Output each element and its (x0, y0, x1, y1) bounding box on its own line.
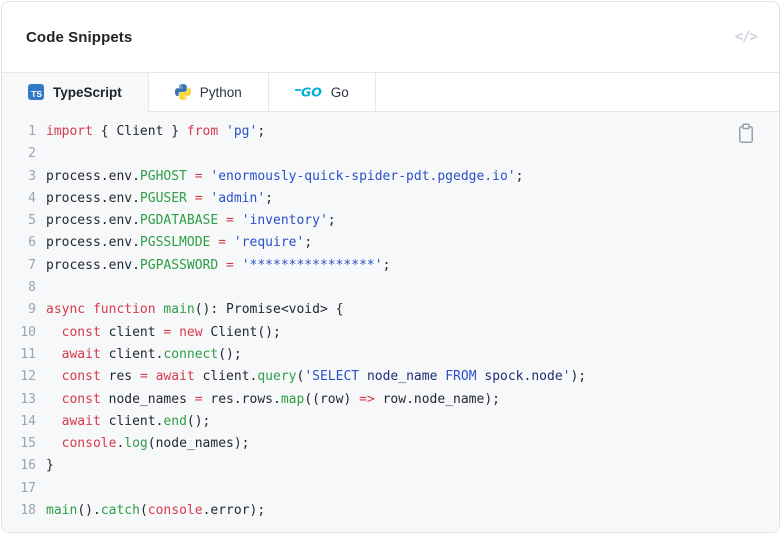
language-tabbar: TS TypeScript Python GO Go (2, 72, 779, 112)
code-line-content: process.env.PGPASSWORD = '**************… (46, 257, 391, 273)
code-line: 16} (2, 455, 779, 477)
code-brackets-icon: </> (734, 29, 758, 45)
code-line: 10 const client = new Client(); (2, 322, 779, 344)
code-line-content (36, 146, 46, 161)
code-line-content: process.env.PGHOST = 'enormously-quick-s… (46, 168, 524, 184)
line-number: 2 (28, 146, 36, 162)
code-line-content: await client.end(); (61, 413, 211, 429)
line-number: 5 (28, 213, 36, 229)
line-number: 1 (28, 124, 36, 139)
tab-label: Python (199, 84, 242, 100)
code-line: 17 (2, 478, 779, 500)
line-number: 18 (20, 503, 36, 519)
code-line-content: const client = new Client(); (61, 324, 281, 340)
tab-python[interactable]: Python (148, 73, 269, 111)
code-line: 15 console.log(node_names); (2, 433, 779, 455)
code-line: 7 process.env.PGPASSWORD = '*************… (2, 255, 779, 277)
line-number: 10 (20, 324, 36, 340)
code-line-content: process.env.PGSSLMODE = 'require'; (46, 235, 313, 251)
copy-button[interactable] (734, 121, 758, 145)
line-number: 3 (28, 168, 36, 184)
tab-go[interactable]: GO Go (268, 73, 376, 111)
code-line-content (36, 280, 46, 295)
python-icon (174, 84, 191, 100)
code-line: 2 (2, 143, 779, 165)
line-number: 6 (28, 235, 36, 251)
code-line: 8 (2, 277, 779, 299)
code-block: 1 import { Client } from 'pg'; 2 3 process.e… (2, 112, 779, 532)
code-lines: 1 import { Client } from 'pg'; 2 3 process.e… (2, 121, 779, 522)
line-number: 8 (28, 280, 36, 296)
card-header: Code Snippets </> (2, 2, 779, 72)
code-line: 6 process.env.PGSSLMODE = 'require'; (2, 232, 779, 254)
line-number: 4 (28, 190, 36, 206)
code-line-content: process.env.PGDATABASE = 'inventory'; (46, 213, 336, 229)
svg-text:GO: GO (301, 85, 322, 99)
line-number: 14 (20, 413, 36, 429)
tab-label: TypeScript (53, 84, 122, 100)
tab-typescript[interactable]: TS TypeScript (2, 73, 149, 112)
code-line-content (36, 481, 46, 496)
code-line-content: const node_names = res.rows.map((row) =>… (61, 391, 500, 407)
code-line: 3 process.env.PGHOST = 'enormously-quick-… (2, 166, 779, 188)
code-line: 5 process.env.PGDATABASE = 'inventory'; (2, 210, 779, 232)
page-title: Code Snippets (26, 28, 133, 46)
line-number: 9 (28, 302, 36, 318)
code-line: 4 process.env.PGUSER = 'admin'; (2, 188, 779, 210)
line-number: 11 (20, 346, 36, 362)
code-line-content: } (46, 458, 54, 474)
code-line: 9 async function main(): Promise<void> { (2, 299, 779, 321)
code-line: 14 await client.end(); (2, 411, 779, 433)
line-number: 15 (20, 436, 36, 452)
code-line: 12 const res = await client.query('SELEC… (2, 366, 779, 388)
copy-clipboard-icon (737, 123, 755, 144)
go-icon: GO (294, 85, 322, 99)
line-number: 12 (20, 369, 36, 385)
line-number: 13 (20, 391, 36, 407)
line-number: 16 (20, 458, 36, 474)
code-line-content: import { Client } from 'pg'; (46, 124, 266, 139)
tab-label: Go (330, 84, 349, 100)
line-number: 7 (28, 257, 36, 273)
code-line: 13 const node_names = res.rows.map((row)… (2, 389, 779, 411)
code-line: 1 import { Client } from 'pg'; (2, 121, 779, 143)
code-snippets-card: Code Snippets </> TS TypeScript Python G… (1, 1, 780, 533)
code-line-content: async function main(): Promise<void> { (46, 302, 344, 318)
code-line-content: process.env.PGUSER = 'admin'; (46, 190, 273, 206)
code-line-content: console.log(node_names); (61, 436, 250, 452)
code-line-content: const res = await client.query('SELECT n… (61, 369, 587, 385)
code-line: 18 main().catch(console.error); (2, 500, 779, 522)
line-number: 17 (20, 480, 36, 496)
code-line-content: await client.connect(); (61, 346, 242, 362)
code-line-content: main().catch(console.error); (46, 503, 266, 519)
typescript-icon: TS (28, 84, 44, 100)
code-line: 11 await client.connect(); (2, 344, 779, 366)
